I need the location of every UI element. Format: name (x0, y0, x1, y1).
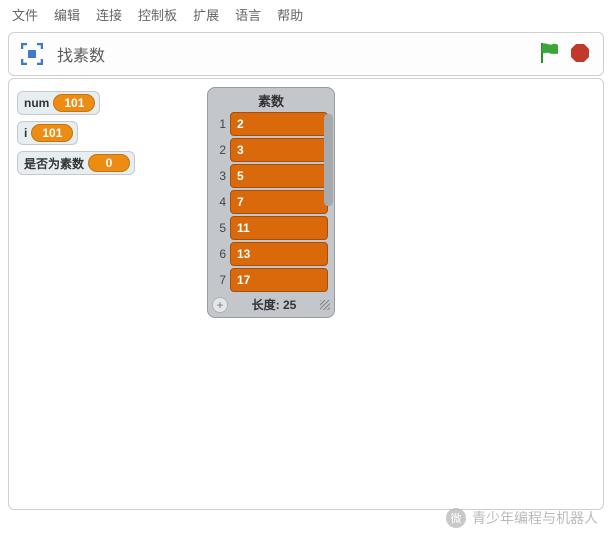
variable-label: num (24, 96, 49, 110)
menu-file[interactable]: 文件 (12, 5, 38, 24)
variable-value: 0 (88, 154, 130, 172)
fullscreen-icon[interactable] (21, 43, 43, 65)
variable-label: 是否为素数 (24, 155, 84, 172)
stop-icon[interactable] (569, 42, 591, 67)
list-monitor-primes[interactable]: 素数 12 23 35 47 511 613 717 + 长度: 25 (207, 87, 335, 318)
list-add-button[interactable]: + (212, 297, 228, 313)
variable-monitor-i[interactable]: i 101 (17, 121, 78, 145)
menu-extend[interactable]: 扩展 (193, 5, 219, 24)
variable-monitor-isprime[interactable]: 是否为素数 0 (17, 151, 135, 175)
variable-value: 101 (53, 94, 95, 112)
menu-edit[interactable]: 编辑 (54, 5, 80, 24)
watermark: 微 青少年编程与机器人 (446, 508, 598, 528)
variable-value: 101 (31, 124, 73, 142)
stage-header: 找素数 (8, 32, 604, 76)
wechat-icon: 微 (446, 508, 466, 528)
list-item: 47 (212, 190, 328, 214)
project-title: 找素数 (57, 42, 105, 66)
list-footer: + 长度: 25 (208, 294, 334, 317)
green-flag-icon[interactable] (539, 41, 561, 68)
watermark-text: 青少年编程与机器人 (472, 508, 598, 528)
resize-grip-icon[interactable] (320, 300, 330, 310)
list-item: 613 (212, 242, 328, 266)
menu-board[interactable]: 控制板 (138, 5, 177, 24)
menu-help[interactable]: 帮助 (277, 5, 303, 24)
variable-label: i (24, 126, 27, 140)
menu-bar: 文件 编辑 连接 控制板 扩展 语言 帮助 (0, 0, 612, 29)
list-item: 717 (212, 268, 328, 292)
stage: num 101 i 101 是否为素数 0 素数 12 23 35 47 511… (8, 78, 604, 510)
list-item: 23 (212, 138, 328, 162)
list-body: 12 23 35 47 511 613 717 (208, 112, 334, 294)
list-scrollbar[interactable] (324, 114, 333, 206)
list-title: 素数 (208, 88, 334, 112)
list-item: 35 (212, 164, 328, 188)
menu-connect[interactable]: 连接 (96, 5, 122, 24)
list-item: 12 (212, 112, 328, 136)
list-length-label: 长度: 25 (234, 296, 314, 313)
menu-lang[interactable]: 语言 (235, 5, 261, 24)
list-item: 511 (212, 216, 328, 240)
variable-monitor-num[interactable]: num 101 (17, 91, 100, 115)
